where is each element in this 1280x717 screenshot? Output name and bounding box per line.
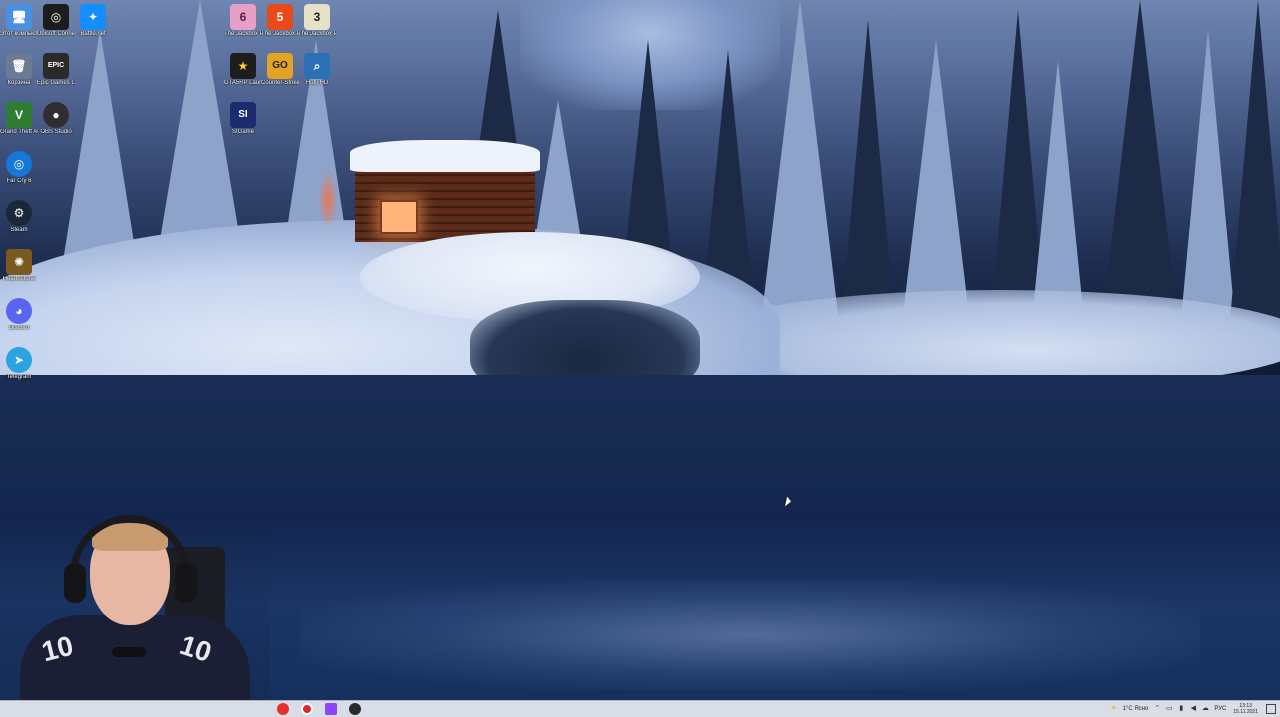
taskbar-yandex-browser-icon[interactable] — [277, 703, 289, 715]
computer-icon: 🖥 — [6, 4, 32, 30]
desktop-icon-gta-v[interactable]: V Grand Theft Auto V — [0, 102, 38, 136]
desktop-icon-hearthstone[interactable]: ✺ Hearthstone — [0, 249, 38, 283]
discord-icon: ◕ — [6, 298, 32, 324]
desktop-icon-label: The Jackbox Party Pack 6 — [224, 31, 262, 37]
headset-mic — [112, 647, 146, 657]
desktop-icon-label: Корзина — [7, 80, 31, 86]
taskbar-obs-icon[interactable] — [349, 703, 361, 715]
desktop-icon-sigame[interactable]: SI SIGame — [224, 102, 262, 136]
chevron-up-icon[interactable]: ⌃ — [1153, 705, 1161, 713]
desktop-icon-ubisoft-connect[interactable]: ◎ Ubisoft Connect — [37, 4, 75, 38]
desktop-icon-label: Battle.net — [80, 31, 106, 37]
weather-text[interactable]: 1°C Ясно — [1123, 706, 1149, 712]
desktop-icon-discord[interactable]: ◕ Discord — [0, 298, 38, 332]
desktop-icon-hotline[interactable]: ⌕ Hotli HD — [298, 53, 336, 87]
wallpaper-lake-reflection — [300, 580, 1200, 690]
desktop-icon-label: GTA5RP Launcher — [224, 80, 262, 86]
far-cry-icon: ◎ — [6, 151, 32, 177]
jackbox-3-icon: 3 — [304, 4, 330, 30]
gta-v-icon: V — [6, 102, 32, 128]
desktop-icon-recycle-bin[interactable]: 🗑 Корзина — [0, 53, 38, 87]
desktop-icon-battle-net[interactable]: ✦ Battle.net — [74, 4, 112, 38]
sigame-icon: SI — [230, 102, 256, 128]
desktop-icon-label: OBS Studio — [40, 129, 72, 135]
taskbar-clock[interactable]: 13:13 15.11.2021 — [1233, 703, 1258, 715]
desktop-icon-label: Telegram — [6, 374, 32, 380]
obs-icon: ● — [43, 102, 69, 128]
epic-games-icon: EPIC — [43, 53, 69, 79]
desktop-icon-far-cry-6[interactable]: ◎ Far Cry 6 — [0, 151, 38, 185]
wallpaper-tree — [760, 0, 840, 330]
onedrive-icon[interactable]: ☁ — [1201, 705, 1209, 713]
desktop-icon-label: Hearthstone — [2, 276, 36, 282]
taskbar-twitch-icon[interactable] — [325, 703, 337, 715]
clock-date: 15.11.2021 — [1233, 709, 1258, 715]
headphone-cup-right — [175, 563, 197, 603]
desktop-icon-label: Counter-Strike: Global Offensive — [261, 80, 299, 86]
notification-center-icon[interactable] — [1266, 704, 1276, 714]
microphone-icon[interactable]: ▮ — [1177, 705, 1185, 713]
telegram-icon: ➤ — [6, 347, 32, 373]
taskbar: ☀ 1°C Ясно ⌃ ▭ ▮ ◀ ☁ РУС 13:13 15.11.202… — [0, 700, 1280, 717]
desktop-icon-label: The Jackbox Party Pack 5 — [261, 31, 299, 37]
wallpaper-tree — [1100, 0, 1180, 340]
desktop-icon-label: Epic Games Launcher — [37, 80, 75, 86]
desktop-icon-csgo[interactable]: GO Counter-Strike: Global Offensive — [261, 53, 299, 87]
desktop-icon-steam[interactable]: ⚙ Steam — [0, 200, 38, 234]
taskbar-opera-icon[interactable] — [301, 703, 313, 715]
desktop-icon-jackbox-5[interactable]: 5 The Jackbox Party Pack 5 — [261, 4, 299, 38]
wallpaper-tree — [1230, 0, 1280, 320]
battle-net-icon: ✦ — [80, 4, 106, 30]
hearthstone-icon: ✺ — [6, 249, 32, 275]
desktop-icon-label: Discord — [8, 325, 30, 331]
desktop-icon-obs-studio[interactable]: ● OBS Studio — [37, 102, 75, 136]
desktop-icon-label: Grand Theft Auto V — [0, 129, 38, 135]
jackbox-5-icon: 5 — [267, 4, 293, 30]
weather-icon[interactable]: ☀ — [1110, 705, 1118, 713]
headphone-cup-left — [64, 563, 86, 603]
hotline-icon: ⌕ — [304, 53, 330, 79]
network-icon[interactable]: ▭ — [1165, 705, 1173, 713]
csgo-icon: GO — [267, 53, 293, 79]
wallpaper-tree — [1180, 30, 1236, 330]
desktop-icon-jackbox-6[interactable]: 6 The Jackbox Party Pack 6 — [224, 4, 262, 38]
language-indicator[interactable]: РУС — [1214, 706, 1226, 712]
desktop-icon-label: Ubisoft Connect — [37, 31, 75, 37]
desktop-icon-epic-games[interactable]: EPIC Epic Games Launcher — [37, 53, 75, 87]
desktop-icon-label: Этот компьютер — [0, 31, 38, 37]
desktop-icon-telegram[interactable]: ➤ Telegram — [0, 347, 38, 381]
desktop-icon-label: SIGame — [231, 129, 254, 135]
webcam-overlay: 10 10 — [0, 515, 270, 702]
steam-icon: ⚙ — [6, 200, 32, 226]
desktop-icon-label: Hotli HD — [305, 80, 329, 86]
wallpaper-cabin-roof — [350, 140, 540, 172]
desktop-icon-this-pc[interactable]: 🖥 Этот компьютер — [0, 4, 38, 38]
recycle-bin-icon: 🗑 — [6, 53, 32, 79]
desktop-icon-label: Far Cry 6 — [6, 178, 32, 184]
desktop-icon-gta5rp[interactable]: ★ GTA5RP Launcher — [224, 53, 262, 87]
gta5rp-icon: ★ — [230, 53, 256, 79]
wallpaper-cabin-glow — [318, 170, 338, 230]
desktop-icon-label: Steam — [10, 227, 28, 233]
ubisoft-icon: ◎ — [43, 4, 69, 30]
wallpaper-tree — [840, 20, 896, 340]
desktop-icon-jackbox-3[interactable]: 3 The Jackbox Party Pack 3 — [298, 4, 336, 38]
volume-icon[interactable]: ◀ — [1189, 705, 1197, 713]
jackbox-6-icon: 6 — [230, 4, 256, 30]
system-tray: ☀ 1°C Ясно ⌃ ▭ ▮ ◀ ☁ РУС 13:13 15.11.202… — [1108, 701, 1280, 717]
wallpaper-cabin-window — [380, 200, 418, 234]
desktop-icon-label: The Jackbox Party Pack 3 — [298, 31, 336, 37]
